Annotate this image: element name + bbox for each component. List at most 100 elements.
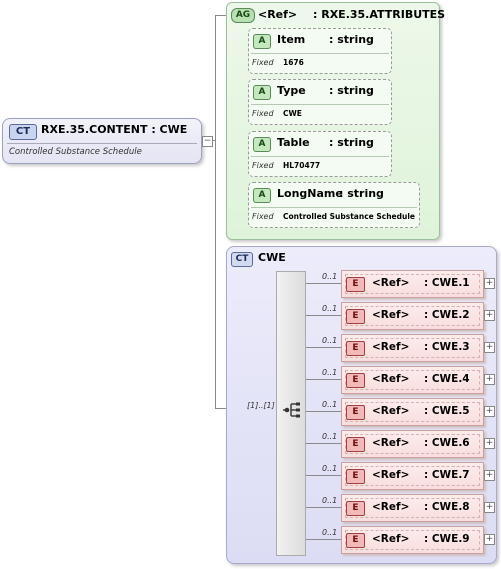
attribute-badge: A [253, 137, 271, 152]
fixed-label: Fixed [252, 212, 274, 221]
attribute-group-type: : RXE.35.ATTRIBUTES [313, 8, 446, 21]
sequence-compositor[interactable] [276, 271, 306, 556]
attribute-type: : string [339, 187, 384, 200]
element-node[interactable]: E <Ref> : CWE.7 [341, 462, 484, 490]
element-connector [306, 315, 341, 316]
divider [251, 207, 417, 208]
attribute-name: Item [277, 33, 306, 46]
element-badge: E [346, 437, 365, 452]
attribute-table[interactable]: A Table : string Fixed HL70477 [248, 131, 392, 177]
attribute-type: : string [329, 84, 374, 97]
fixed-label: Fixed [252, 109, 274, 118]
element-ref: <Ref> [372, 501, 410, 513]
divider [7, 143, 197, 144]
element-ref: <Ref> [372, 309, 410, 321]
element-cardinality: 0..1 [322, 336, 338, 345]
element-cardinality: 0..1 [322, 432, 338, 441]
element-badge: E [346, 341, 365, 356]
element-connector [306, 411, 341, 412]
element-type: : CWE.5 [424, 405, 470, 417]
element-badge: E [346, 309, 365, 324]
element-connector [306, 475, 341, 476]
element-badge: E [346, 533, 365, 548]
complex-type-badge: CT [9, 124, 37, 140]
expand-toggle[interactable]: + [484, 310, 495, 321]
expand-toggle[interactable]: + [484, 278, 495, 289]
attribute-group-ref: <Ref> [258, 8, 298, 21]
fixed-label: Fixed [252, 58, 274, 67]
element-cardinality: 0..1 [322, 272, 338, 281]
trunk-connector [215, 15, 216, 409]
element-type: : CWE.9 [424, 533, 470, 545]
element-node[interactable]: E <Ref> : CWE.5 [341, 398, 484, 426]
element-connector [306, 347, 341, 348]
expand-toggle[interactable]: + [484, 534, 495, 545]
sequence-cardinality: [1]..[1] [247, 401, 275, 410]
expand-toggle[interactable]: + [484, 470, 495, 481]
element-ref: <Ref> [372, 469, 410, 481]
element-type: : CWE.1 [424, 277, 470, 289]
sequence-icon [283, 402, 300, 418]
element-node[interactable]: E <Ref> : CWE.8 [341, 494, 484, 522]
complex-type-badge: CT [231, 252, 253, 267]
element-badge: E [346, 373, 365, 388]
ag-connector [215, 15, 226, 16]
element-cardinality: 0..1 [322, 368, 338, 377]
element-type: : CWE.7 [424, 469, 470, 481]
fixed-label: Fixed [252, 161, 274, 170]
divider [251, 53, 389, 54]
element-connector [306, 539, 341, 540]
element-type: : CWE.8 [424, 501, 470, 513]
expand-toggle[interactable]: + [484, 406, 495, 417]
element-node[interactable]: E <Ref> : CWE.2 [341, 302, 484, 330]
attribute-badge: A [253, 34, 271, 49]
fixed-value: CWE [283, 109, 302, 118]
element-badge: E [346, 277, 365, 292]
root-description: Controlled Substance Schedule [9, 147, 142, 157]
element-ref: <Ref> [372, 277, 410, 289]
collapse-toggle[interactable]: − [202, 136, 213, 147]
attribute-item[interactable]: A Item : string Fixed 1676 [248, 28, 392, 74]
element-connector [306, 443, 341, 444]
expand-toggle[interactable]: + [484, 374, 495, 385]
attribute-longname[interactable]: A LongName : string Fixed Controlled Sub… [248, 182, 420, 228]
element-connector [306, 379, 341, 380]
element-badge: E [346, 405, 365, 420]
element-type: : CWE.4 [424, 373, 470, 385]
complex-type-title: CWE [258, 251, 286, 264]
element-ref: <Ref> [372, 533, 410, 545]
attribute-name: Type [277, 84, 306, 97]
expand-toggle[interactable]: + [484, 342, 495, 353]
element-ref: <Ref> [372, 373, 410, 385]
element-node[interactable]: E <Ref>: CWE.3 [341, 334, 484, 362]
element-connector [306, 507, 341, 508]
element-badge: E [346, 501, 365, 516]
fixed-value: 1676 [283, 58, 304, 67]
element-cardinality: 0..1 [322, 496, 338, 505]
element-badge: E [346, 469, 365, 484]
attribute-name: LongName [277, 187, 343, 200]
element-ref: <Ref> [372, 405, 410, 417]
expand-toggle[interactable]: + [484, 502, 495, 513]
attribute-type-attr[interactable]: A Type : string Fixed CWE [248, 79, 392, 125]
element-type: : CWE.6 [424, 437, 470, 449]
element-type: : CWE.2 [424, 309, 470, 321]
attribute-group-badge: AG [231, 8, 255, 23]
element-cardinality: 0..1 [322, 304, 338, 313]
divider [251, 156, 389, 157]
element-type: : CWE.3 [424, 341, 470, 353]
divider [251, 104, 389, 105]
element-cardinality: 0..1 [322, 400, 338, 409]
element-node[interactable]: E <Ref> : CWE.1 [341, 270, 484, 298]
root-title: RXE.35.CONTENT : CWE [41, 123, 188, 136]
element-node[interactable]: E <Ref>: CWE.6 [341, 430, 484, 458]
expand-toggle[interactable]: + [484, 438, 495, 449]
attribute-name: Table [277, 136, 310, 149]
element-node[interactable]: E <Ref> : CWE.9 [341, 526, 484, 554]
element-node[interactable]: E <Ref> : CWE.4 [341, 366, 484, 394]
fixed-value: HL70477 [283, 161, 321, 170]
element-connector [306, 283, 341, 284]
root-complex-type-node[interactable]: CT RXE.35.CONTENT : CWE Controlled Subst… [2, 118, 202, 164]
element-cardinality: 0..1 [322, 528, 338, 537]
attribute-badge: A [253, 188, 271, 203]
